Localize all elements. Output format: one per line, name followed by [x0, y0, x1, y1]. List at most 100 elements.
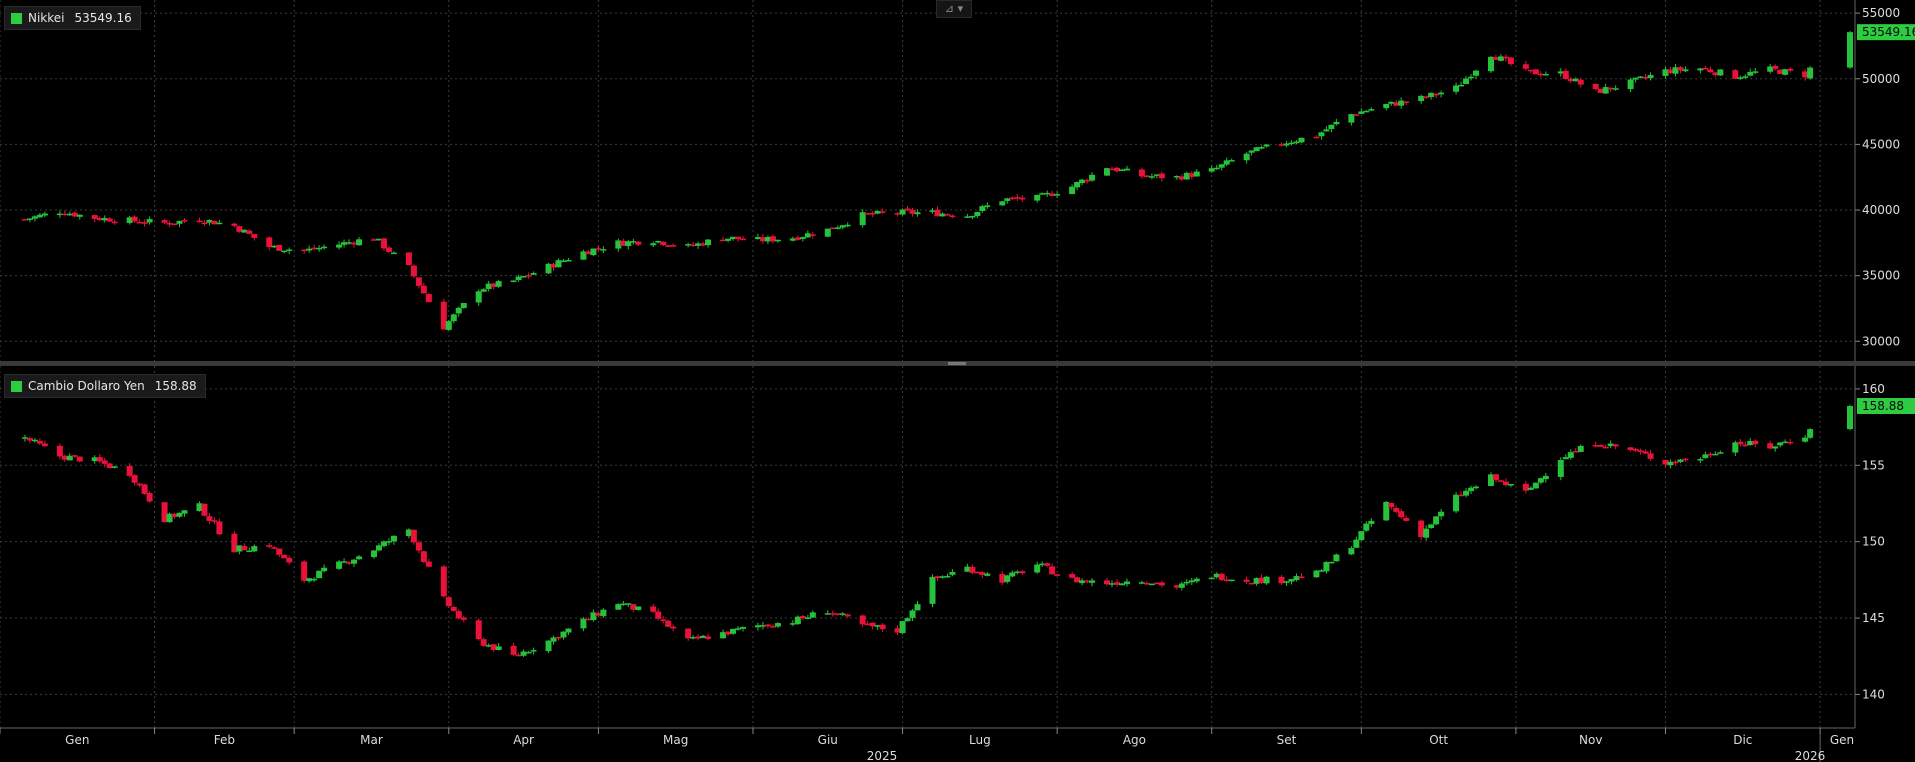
- x-month-label: Lug: [969, 733, 991, 747]
- nikkei-candle: [1438, 90, 1445, 98]
- usdjpy-candle: [475, 618, 482, 641]
- usdjpy-candle: [1612, 443, 1619, 450]
- x-month-label: Apr: [513, 733, 534, 747]
- nikkei-ytick-label: 30000: [1862, 334, 1900, 348]
- usdjpy-candle: [1532, 482, 1539, 489]
- nikkei-ytick-label: 50000: [1862, 72, 1900, 86]
- usdjpy-price-tag-label: 158.88: [1862, 399, 1904, 413]
- nikkei-candle: [1318, 131, 1325, 140]
- usdjpy-candle: [1433, 515, 1440, 526]
- usdjpy-candle: [1298, 573, 1305, 579]
- nikkei-candle: [580, 249, 587, 260]
- nikkei-candle: [725, 238, 732, 243]
- nikkei-candle: [510, 280, 517, 283]
- nikkei-candle: [316, 245, 323, 252]
- nikkei-candle: [1353, 113, 1360, 116]
- x-year-label: 2026: [1795, 749, 1826, 762]
- nikkei-ytick-label: 40000: [1862, 203, 1900, 217]
- nikkei-candle: [1627, 77, 1634, 93]
- usdjpy-legend[interactable]: Cambio Dollaro Yen 158.88: [4, 374, 206, 398]
- nikkei-candle: [1014, 193, 1021, 201]
- usdjpy-swatch: [11, 380, 22, 392]
- usdjpy-candle: [356, 554, 363, 560]
- chart-canvas: 55000 50000 45000 40000 35000 30000 53549.16 16…: [0, 0, 1915, 762]
- nikkei-candle: [106, 216, 113, 222]
- usdjpy-ytick-label: 145: [1862, 611, 1885, 625]
- nikkei-candle: [1522, 60, 1529, 71]
- nikkei-candle: [1333, 118, 1340, 126]
- nikkei-candle: [1707, 66, 1714, 74]
- x-year-label: 2025: [867, 749, 898, 762]
- nikkei-ytick-label: 35000: [1862, 269, 1900, 283]
- nikkei-candle: [1453, 82, 1460, 95]
- nikkei-candle: [824, 228, 831, 238]
- nikkei-candle: [1428, 92, 1435, 100]
- nikkei-candle: [769, 234, 776, 244]
- nikkei-candle: [1647, 72, 1654, 81]
- x-month-label: Giu: [818, 733, 838, 747]
- nikkei-candle: [1228, 158, 1235, 162]
- x-month-label: Nov: [1579, 733, 1602, 747]
- usdjpy-candle: [341, 558, 348, 563]
- x-month-label: Feb: [214, 733, 235, 747]
- nikkei-candle: [445, 319, 452, 331]
- nikkei-candle: [1243, 152, 1250, 164]
- chart-type-button[interactable]: ⊿ ▾: [936, 0, 972, 18]
- usdjpy-ytick-label: 140: [1862, 687, 1885, 701]
- nikkei-candle: [1383, 103, 1390, 111]
- usdjpy-candle: [1333, 553, 1340, 562]
- usdjpy-candle: [1283, 580, 1290, 586]
- nikkei-candle: [281, 250, 288, 254]
- usdjpy-candle: [1752, 439, 1759, 448]
- nikkei-candle: [460, 302, 467, 309]
- nikkei-candle: [1123, 165, 1130, 171]
- usdjpy-candle: [351, 558, 358, 567]
- nikkei-candle: [705, 238, 712, 248]
- nikkei-candle: [600, 246, 607, 254]
- usdjpy-candle: [146, 491, 153, 503]
- usdjpy-candle: [66, 453, 73, 461]
- panel-resize-handle[interactable]: [948, 362, 966, 365]
- usdjpy-candle: [600, 608, 607, 618]
- nikkei-candle: [969, 215, 976, 220]
- x-month-label: Gen: [1830, 733, 1854, 747]
- nikkei-candle: [1717, 69, 1724, 76]
- usdjpy-panel: 160 155 150 145 140 158.88: [0, 366, 1915, 728]
- nikkei-candle: [1034, 194, 1041, 203]
- nikkei-candle: [495, 279, 502, 288]
- usdjpy-candle: [1158, 580, 1165, 588]
- x-axis: Gen Feb Mar Apr Mag Giu Lug Ago Set Ott Nov Dic Gen 2…: [0, 727, 1855, 762]
- usdjpy-candle: [1847, 404, 1854, 431]
- usdjpy-candle: [370, 550, 377, 559]
- usdjpy-candle: [1497, 479, 1504, 482]
- nikkei-candle: [635, 241, 642, 246]
- usdjpy-candle: [1328, 561, 1335, 564]
- nikkei-legend[interactable]: Nikkei 53549.16: [4, 6, 141, 30]
- nikkei-candle: [1847, 30, 1854, 69]
- nikkei-candle: [1193, 169, 1200, 177]
- usdjpy-ytick-label: 150: [1862, 535, 1885, 549]
- usdjpy-candle: [420, 550, 427, 564]
- nikkei-candle: [565, 258, 572, 262]
- nikkei-candle: [171, 223, 178, 226]
- nikkei-candle: [1054, 191, 1061, 198]
- usdjpy-candle: [1697, 457, 1704, 464]
- x-month-label: Gen: [65, 733, 89, 747]
- usdjpy-candle: [76, 456, 83, 463]
- usdjpy-candle: [241, 543, 248, 551]
- nikkei-candle: [555, 258, 562, 268]
- nikkei-legend-value: 53549.16: [74, 11, 132, 25]
- usdjpy-candle: [316, 570, 323, 579]
- usdjpy-candle: [1243, 576, 1250, 585]
- nikkei-candle: [1218, 164, 1225, 171]
- nikkei-candle: [356, 236, 363, 246]
- x-month-label: Set: [1277, 733, 1297, 747]
- usdjpy-candle: [1019, 570, 1026, 575]
- usdjpy-candle: [445, 596, 452, 608]
- nikkei-candle: [804, 230, 811, 238]
- nikkei-candle: [1148, 173, 1155, 180]
- nikkei-candle: [196, 217, 203, 223]
- nikkei-candle: [76, 214, 83, 220]
- usdjpy-candle: [440, 564, 447, 598]
- usdjpy-candle: [1507, 483, 1514, 488]
